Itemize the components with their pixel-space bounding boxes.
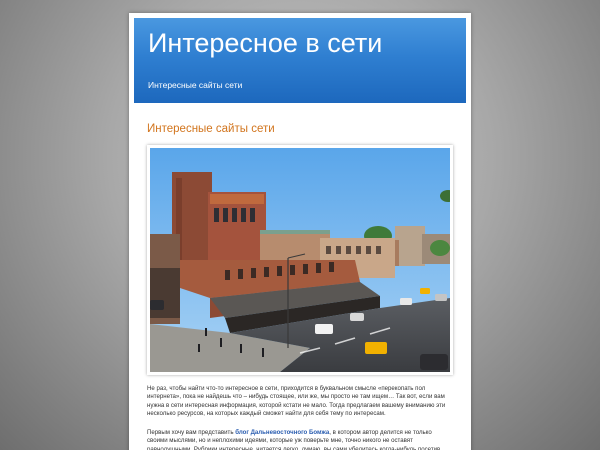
post-paragraph-intro: Не раз, чтобы найти что-то интересное в …: [147, 385, 446, 418]
site-title[interactable]: Интересное в сети: [148, 28, 382, 59]
site-description: Интересные сайты сети: [148, 80, 243, 90]
post-paragraph-second: Первым хочу вам представить блог Дальнев…: [147, 429, 453, 450]
blog-link[interactable]: блог Дальневосточного Бомжа: [235, 429, 329, 436]
post-title[interactable]: Интересные сайты сети: [147, 123, 275, 135]
post-paragraph-second-text-before: Первым хочу вам представить: [147, 429, 236, 436]
post-image-frame: [147, 145, 453, 375]
post-image: [150, 148, 450, 372]
site-header: Интересное в сети Интересные сайты сети: [134, 18, 466, 103]
page-container: Интересное в сети Интересные сайты сети …: [129, 13, 471, 450]
